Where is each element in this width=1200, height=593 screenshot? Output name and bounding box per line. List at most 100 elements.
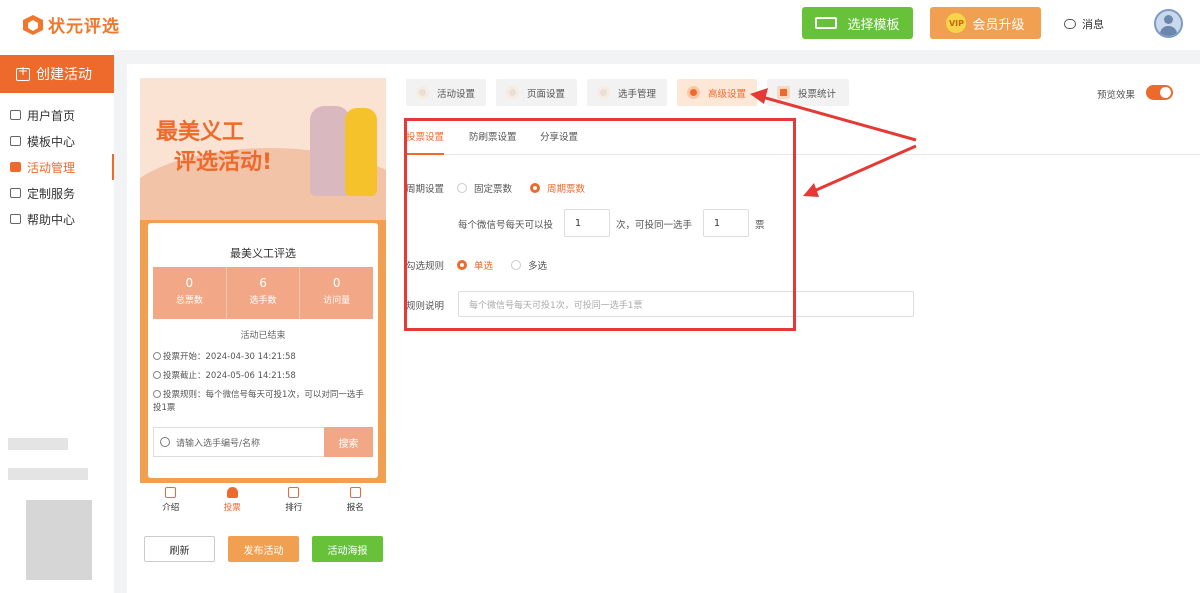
highlight-box (404, 118, 796, 331)
sidebar-item-templates[interactable]: 模板中心 (0, 128, 114, 154)
vote-rule-text: 投票规则：每个微信号每天可投1次，可以对同一选手投1票 (153, 390, 364, 413)
elderly-figure-illustration (310, 106, 350, 196)
vote-end-text: 投票截止：2024-05-06 14:21:58 (163, 371, 296, 381)
player-search-input[interactable]: 请输入选手编号/名称 (153, 427, 325, 457)
vip-upgrade-button[interactable]: VIP 会员升级 (930, 7, 1041, 39)
banner-title-line2: 评选活动! (174, 150, 273, 175)
calendar-icon (165, 487, 177, 498)
stat-total-votes: 0 总票数 (153, 267, 227, 319)
tab-label: 活动设置 (437, 88, 476, 100)
template-icon (10, 136, 21, 146)
signup-icon (349, 487, 361, 498)
vip-badge-icon: VIP (946, 13, 967, 33)
stat-label: 访问量 (323, 296, 351, 306)
search-button[interactable]: 搜索 (324, 427, 373, 457)
messages-label: 消息 (1082, 18, 1104, 31)
clock-icon (153, 371, 161, 379)
search-icon (160, 437, 170, 447)
phone-tab-label: 报名 (346, 503, 364, 513)
logo-cube-icon (23, 14, 43, 35)
create-activity-label: 创建活动 (36, 67, 92, 83)
ranking-icon (288, 487, 300, 498)
tab-player-management[interactable]: 选手管理 (587, 79, 667, 106)
stat-value: 0 (332, 276, 341, 290)
players-icon (597, 86, 610, 99)
search-placeholder: 请输入选手编号/名称 (176, 438, 261, 449)
phone-tab-signup[interactable]: 报名 (325, 483, 387, 517)
select-template-label: 选择模板 (847, 17, 900, 33)
custom-icon (10, 188, 21, 198)
sidebar-item-label: 帮助中心 (27, 212, 76, 227)
logo[interactable]: 状元评选 (22, 12, 120, 37)
activity-banner: 最美义工 评选活动! (140, 78, 386, 220)
vip-upgrade-label: 会员升级 (972, 17, 1025, 33)
settings-icon (416, 86, 429, 99)
blurred-contact-info (8, 438, 68, 450)
vote-rule: 投票规则：每个微信号每天可投1次，可以对同一选手投1票 (153, 389, 368, 415)
banner-title: 最美义工 评选活动! (156, 118, 272, 178)
stat-value: 0 (185, 276, 194, 290)
player-search: 请输入选手编号/名称 搜索 (153, 427, 373, 457)
phone-tab-label: 排行 (285, 503, 303, 513)
logo-text: 状元评选 (48, 17, 120, 37)
activity-poster-button[interactable]: 活动海报 (312, 536, 383, 562)
tab-activity-settings[interactable]: 活动设置 (406, 79, 486, 106)
ticket-icon (10, 162, 21, 172)
sidebar: 创建活动 用户首页 模板中心 活动管理 定制服务 帮助中心 (0, 50, 114, 593)
tab-label: 高级设置 (708, 88, 747, 100)
stat-label: 总票数 (175, 296, 203, 306)
sidebar-item-activity-management[interactable]: 活动管理 (0, 154, 114, 180)
messages-link[interactable]: 消息 (1064, 16, 1104, 32)
phone-tab-label: 投票 (223, 503, 241, 513)
blurred-qr-code (26, 500, 92, 580)
preview-effect-toggle[interactable] (1146, 85, 1173, 100)
tab-page-settings[interactable]: 页面设置 (496, 79, 577, 106)
phone-bottom-tabs: 介绍 投票 排行 报名 (140, 483, 386, 517)
tab-label: 投票统计 (798, 88, 837, 100)
user-avatar[interactable] (1154, 9, 1183, 38)
person-icon (226, 487, 238, 498)
select-template-button[interactable]: 选择模板 (802, 7, 913, 39)
template-icon (815, 17, 838, 29)
sidebar-item-label: 模板中心 (27, 134, 76, 149)
tab-label: 选手管理 (618, 88, 657, 100)
publish-activity-button[interactable]: 发布活动 (228, 536, 299, 562)
chat-bubble-icon (1064, 19, 1076, 29)
phone-tab-intro[interactable]: 介绍 (140, 483, 202, 517)
sidebar-item-label: 用户首页 (27, 108, 76, 123)
activity-info-card: 最美义工评选 0 总票数 6 选手数 0 访问量 活动已结束 投票开始：2024… (148, 223, 378, 478)
clock-icon (153, 352, 161, 360)
activity-title: 最美义工评选 (230, 247, 296, 260)
sidebar-item-label: 定制服务 (27, 186, 76, 201)
tab-vote-statistics[interactable]: 投票统计 (767, 79, 849, 106)
sidebar-item-help[interactable]: 帮助中心 (0, 206, 114, 232)
preview-effect-label: 预览效果 (1097, 90, 1136, 101)
stat-label: 选手数 (249, 296, 277, 306)
page-icon (506, 86, 519, 99)
volunteer-figure-illustration (345, 108, 377, 196)
home-icon (10, 110, 21, 120)
add-icon (16, 64, 30, 81)
banner-title-line1: 最美义工 (156, 120, 245, 145)
blurred-contact-info (8, 468, 88, 480)
vote-end-time: 投票截止：2024-05-06 14:21:58 (153, 370, 368, 383)
statistics-icon (777, 86, 790, 99)
stat-visits: 0 访问量 (300, 267, 373, 319)
sidebar-item-custom-service[interactable]: 定制服务 (0, 180, 114, 206)
create-activity-button[interactable]: 创建活动 (0, 55, 114, 93)
stat-player-count: 6 选手数 (227, 267, 301, 319)
help-icon (10, 214, 21, 224)
sidebar-item-home[interactable]: 用户首页 (0, 102, 114, 128)
gear-icon (687, 86, 700, 99)
phone-preview: 最美义工 评选活动! 最美义工评选 0 总票数 6 选手数 0 访问量 活动已结… (140, 78, 386, 483)
refresh-button[interactable]: 刷新 (144, 536, 215, 562)
stat-value: 6 (259, 276, 267, 290)
top-header: 状元评选 选择模板 VIP 会员升级 消息 (0, 0, 1200, 50)
activity-status: 活动已结束 (240, 331, 286, 341)
tab-advanced-settings[interactable]: 高级设置 (677, 79, 757, 106)
sidebar-item-label: 活动管理 (27, 160, 76, 175)
vote-start-time: 投票开始：2024-04-30 14:21:58 (153, 351, 368, 364)
phone-tab-vote[interactable]: 投票 (202, 483, 264, 517)
stats-bar: 0 总票数 6 选手数 0 访问量 (153, 267, 373, 319)
phone-tab-ranking[interactable]: 排行 (263, 483, 325, 517)
